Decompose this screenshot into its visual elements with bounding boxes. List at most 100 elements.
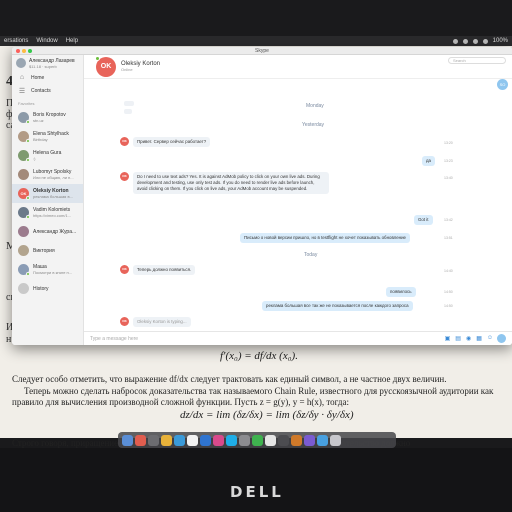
trash-icon[interactable]: [330, 434, 341, 446]
scroll-ghost: [124, 101, 134, 106]
message-time: 13:20: [444, 141, 453, 145]
date-divider: Monday: [306, 103, 324, 109]
avatar: [18, 169, 29, 180]
message-bubble-out[interactable]: да: [422, 156, 436, 166]
message-bubble[interactable]: Привет. Сервер сейчас работает?: [133, 137, 211, 147]
doc-formula: f′(x₀) = df/dx (x₀).: [220, 350, 298, 362]
contact-last-message: реклама большая в...: [33, 194, 73, 199]
message-bubble[interactable]: Do I need to use text ads? Yes. It is ag…: [133, 172, 329, 194]
app-icon[interactable]: [187, 434, 198, 446]
wifi-icon[interactable]: [472, 38, 478, 44]
app-icon[interactable]: [265, 434, 276, 446]
contact-item-selected[interactable]: OK Oleksiy Korton реклама большая в...: [12, 184, 83, 203]
app-icon[interactable]: [135, 434, 146, 446]
contact-item[interactable]: Vadim Kolomiets https://vimeo.com/1...: [12, 203, 83, 222]
typing-text: Oleksiy Korton is typing...: [133, 317, 191, 327]
scroll-ghost: [124, 109, 132, 114]
window-title: Skype: [255, 48, 269, 54]
message-time: 13:40: [444, 176, 453, 180]
image-icon[interactable]: ▣: [445, 335, 451, 342]
message-in: OK Привет. Сервер сейчас работает?: [120, 137, 211, 147]
message-time: 14:50: [444, 290, 453, 294]
message-bubble-out[interactable]: Письмо о новой версии пришло, но в testf…: [240, 233, 410, 243]
message-time: 13:51: [444, 236, 453, 240]
chat-contact-status: Online: [121, 67, 133, 72]
app-icon[interactable]: [317, 434, 328, 446]
app-icon[interactable]: [148, 434, 159, 446]
message-bubble-out[interactable]: появилось: [386, 287, 416, 297]
avatar: [18, 207, 30, 219]
mac-dock: [118, 432, 396, 448]
favorites-label: Favorites: [18, 101, 35, 106]
location-icon[interactable]: ◉: [466, 335, 471, 342]
volume-icon[interactable]: [482, 38, 488, 44]
contact-item[interactable]: Александр Жура...: [12, 222, 83, 241]
window-controls: [16, 49, 32, 53]
minimize-icon[interactable]: [22, 49, 26, 53]
contact-item[interactable]: Виктория: [12, 241, 83, 260]
history-item[interactable]: History: [12, 279, 83, 298]
close-icon[interactable]: [16, 49, 20, 53]
avatar[interactable]: OK: [95, 55, 116, 77]
typing-indicator: OK Oleksiy Korton is typing...: [120, 317, 191, 327]
nav-home[interactable]: ⌂ Home: [12, 71, 83, 84]
contacts-icon: ☰: [18, 87, 26, 95]
app-icon[interactable]: [291, 434, 302, 446]
message-in: OK Do I need to use text ads? Yes. It is…: [120, 172, 329, 194]
message-input[interactable]: Type a message here: [90, 336, 445, 342]
skype-icon[interactable]: [226, 434, 237, 446]
nav-contacts[interactable]: ☰ Contacts: [12, 84, 83, 97]
file-icon[interactable]: ▤: [455, 335, 461, 342]
app-icon[interactable]: [213, 434, 224, 446]
app-icon[interactable]: [304, 434, 315, 446]
message-bubble-out[interactable]: Got it: [414, 215, 433, 225]
finder-icon[interactable]: [122, 434, 133, 446]
app-icon[interactable]: [278, 434, 289, 446]
contact-item[interactable]: Lubomyr Spolsky Или не общаю, ли н...: [12, 165, 83, 184]
menu-conversations[interactable]: ersations: [4, 36, 28, 46]
contact-name: Виктория: [33, 247, 55, 254]
message-time: 14:50: [444, 304, 453, 308]
menu-help[interactable]: Help: [66, 36, 78, 46]
contact-item[interactable]: Elena Shtylhack Birthday: [12, 127, 83, 146]
message-bubble[interactable]: Теперь должно появиться.: [133, 265, 196, 275]
avatar: [18, 112, 30, 124]
home-icon: ⌂: [19, 74, 25, 81]
monitor-bezel: [0, 448, 512, 512]
app-icon[interactable]: [161, 434, 172, 446]
app-icon[interactable]: [252, 434, 263, 446]
message-time: 13:23: [444, 159, 453, 163]
status-icon[interactable]: [462, 38, 468, 44]
avatar: OK: [120, 265, 129, 274]
avatar: [18, 264, 30, 276]
avatar: OK: [18, 188, 30, 200]
skype-window: Skype Александр Лазарев $11.18 · superb …: [12, 47, 512, 345]
doc-paragraph: Теперь можно сделать набросок доказатель…: [12, 386, 494, 407]
message-bubble-out[interactable]: реклама большая все так же не показывает…: [262, 301, 413, 311]
contact-item[interactable]: Маша Посмотри в книге н...: [12, 260, 83, 279]
call-button[interactable]: SO: [497, 79, 508, 90]
mac-menubar: ersations Window Help 100%: [0, 36, 512, 46]
search-input[interactable]: Search: [448, 57, 506, 64]
avatar: [18, 131, 30, 143]
avatar: OK: [120, 317, 129, 326]
send-button[interactable]: [497, 334, 506, 343]
contact-name: Александр Жура...: [33, 228, 77, 235]
status-icon[interactable]: [452, 38, 458, 44]
maximize-icon[interactable]: [28, 49, 32, 53]
avatar: [18, 150, 30, 162]
profile[interactable]: Александр Лазарев $11.18 · superb: [12, 55, 83, 71]
menu-window[interactable]: Window: [36, 36, 57, 46]
contact-last-message: :): [33, 156, 36, 161]
emoji-icon[interactable]: ☺: [487, 335, 493, 342]
app-icon[interactable]: [174, 434, 185, 446]
message-in: OK Теперь должно появиться.: [120, 265, 196, 275]
avatar: [16, 58, 26, 68]
contact-item[interactable]: Boris Kropotov stn.uz: [12, 108, 83, 127]
profile-name: Александр Лазарев: [29, 57, 75, 64]
app-icon[interactable]: [200, 434, 211, 446]
contact-card-icon[interactable]: ▦: [476, 335, 482, 342]
sidebar: Александр Лазарев $11.18 · superb ⌂ Home…: [12, 55, 84, 345]
app-icon[interactable]: [239, 434, 250, 446]
contact-item[interactable]: Helena Gura:): [12, 146, 83, 165]
